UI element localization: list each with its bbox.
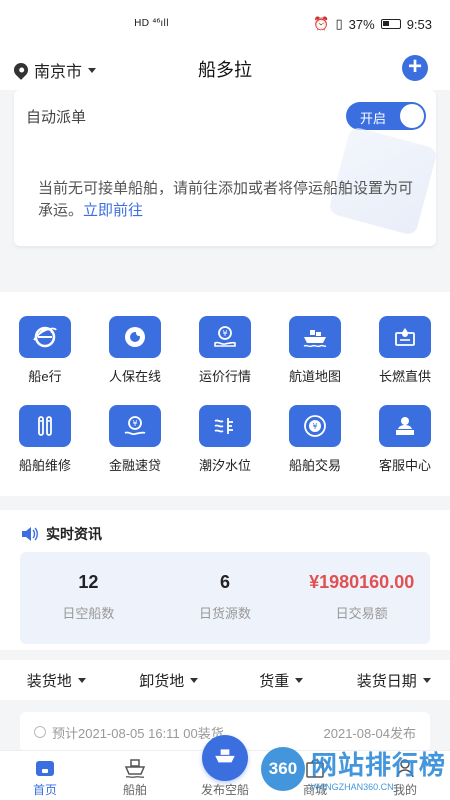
status-bar: HD ⁴⁶ıll ⏰ ▯ 37% 9:53: [0, 0, 450, 48]
watermark-sub: WANGZHAN360.CN: [310, 782, 394, 792]
chevron-down-icon: [422, 677, 431, 683]
svg-text:¥: ¥: [312, 422, 317, 431]
listing-left: 预计2021-08-05 16:11 00装货: [34, 723, 224, 742]
service-label: 船舶维修: [18, 458, 71, 473]
stat-empty-ships: 12 日空船数: [20, 552, 157, 644]
stat-label: 日货源数: [198, 606, 251, 621]
watermark-badge: 360: [260, 746, 305, 791]
alarm-icon: ⏰: [313, 16, 330, 31]
add-button[interactable]: +: [402, 55, 428, 81]
watermark-text: 网站排行榜 WANGZHAN360.CN: [311, 745, 446, 792]
app-header: 南京市 船多拉 +: [0, 48, 450, 90]
filter-loading-date[interactable]: 装货日期: [338, 660, 450, 700]
service-label: 运价行情: [198, 369, 251, 384]
tab-label: 首页: [32, 783, 57, 797]
service-repair[interactable]: 船舶维修: [0, 405, 90, 474]
auto-dispatch-card: 自动派单 开启 当前无可接单船舶，请前往添加或者将停运船舶设置为可承运。立即前往: [14, 90, 439, 246]
service-label: 船e行: [28, 369, 62, 384]
app-title: 船多拉: [198, 60, 252, 80]
filter-label: 装货日期: [356, 672, 417, 690]
service-freight-price[interactable]: ¥ 运价行情: [180, 316, 270, 385]
site-watermark: 360 网站排行榜 WANGZHAN360.CN: [260, 745, 446, 792]
filter-loading-place[interactable]: 装货地: [0, 660, 113, 700]
battery-icon: [380, 19, 401, 29]
tab-publish-empty-ship[interactable]: 发布空船: [180, 735, 270, 800]
service-loan[interactable]: ¥ 金融速贷: [90, 405, 180, 474]
filter-label: 卸货地: [139, 672, 185, 690]
service-fuel-supply[interactable]: 长燃直供: [360, 316, 450, 385]
stat-value: 6: [219, 572, 230, 592]
stat-cargo-sources: 6 日货源数: [157, 552, 294, 644]
loan-icon: ¥: [109, 405, 161, 447]
tab-label: 发布空船: [200, 783, 249, 797]
go-now-link[interactable]: 立即前往: [83, 202, 143, 219]
watermark-main: 网站排行榜: [310, 750, 446, 780]
stat-label: 日交易额: [335, 606, 388, 621]
tab-label: 船舶: [122, 783, 147, 797]
home-icon: [36, 761, 54, 776]
stat-trade-volume: ¥1980160.00 日交易额: [293, 552, 430, 644]
empty-message: 当前无可接单船舶，请前往添加或者将停运船舶设置为可承运。立即前往: [38, 178, 418, 222]
listing-load-time: 预计2021-08-05 16:11 00装货: [52, 725, 224, 741]
tab-ships[interactable]: 船舶: [90, 751, 180, 800]
service-ship-trade[interactable]: ¥ 船舶交易: [270, 405, 360, 474]
svg-text:¥: ¥: [222, 329, 227, 338]
service-ship-e[interactable]: 船e行: [0, 316, 90, 385]
service-label: 航道地图: [288, 369, 341, 384]
auto-dispatch-toggle[interactable]: 开启: [346, 102, 426, 130]
chevron-down-icon: [77, 677, 86, 683]
battery-percent: 37%: [348, 16, 375, 32]
service-grid-card: 船e行 人保在线 ¥ 运价行情 航道地图 长燃直供 船舶维修 ¥ 金融速贷 潮汐…: [0, 292, 450, 496]
filter-label: 装货地: [26, 672, 72, 690]
chevron-down-icon: [295, 677, 304, 683]
ship-map-icon: [289, 316, 341, 358]
news-title: 实时资讯: [46, 526, 102, 542]
speaker-icon: [22, 527, 38, 541]
ship-icon: [124, 759, 146, 778]
tide-icon: [199, 405, 251, 447]
fuel-supply-icon: [379, 316, 431, 358]
auto-dispatch-label: 自动派单: [26, 109, 87, 126]
publish-ship-icon: [202, 735, 248, 781]
tab-home[interactable]: 首页: [0, 751, 90, 800]
service-label: 金融速贷: [108, 458, 161, 473]
toggle-knob: [400, 104, 424, 128]
status-icons: ⏰ ▯ 37% 9:53: [313, 16, 432, 32]
svg-text:¥: ¥: [132, 419, 137, 428]
service-icon: [379, 405, 431, 447]
chevron-down-icon: [190, 677, 199, 683]
service-label: 长燃直供: [378, 369, 431, 384]
signal-indicator: HD ⁴⁶ıll: [134, 18, 169, 29]
filter-cargo-weight[interactable]: 货重: [225, 660, 338, 700]
insurance-icon: [109, 316, 161, 358]
filter-unloading-place[interactable]: 卸货地: [113, 660, 226, 700]
service-label: 潮汐水位: [198, 458, 251, 473]
stat-label: 日空船数: [62, 606, 115, 621]
filter-label: 货重: [259, 672, 290, 690]
freight-price-icon: ¥: [199, 316, 251, 358]
service-label: 客服中心: [378, 458, 431, 473]
service-ship-map[interactable]: 航道地图: [270, 316, 360, 385]
filter-bar: 装货地 卸货地 货重 装货日期: [0, 660, 450, 700]
stat-value: ¥1980160.00: [309, 572, 415, 592]
stat-value: 12: [78, 572, 99, 592]
repair-icon: [19, 405, 71, 447]
service-tide[interactable]: 潮汐水位: [180, 405, 270, 474]
service-customer-center[interactable]: 客服中心: [360, 405, 450, 474]
realtime-news-card: 实时资讯 12 日空船数 6 日货源数 ¥1980160.00 日交易额: [0, 510, 450, 650]
listing-publish-date: 2021-08-04发布: [323, 725, 417, 741]
service-label: 人保在线: [108, 369, 161, 384]
clock-time: 9:53: [406, 16, 432, 32]
service-label: 船舶交易: [288, 458, 341, 473]
service-grid: 船e行 人保在线 ¥ 运价行情 航道地图 长燃直供 船舶维修 ¥ 金融速贷 潮汐…: [0, 316, 450, 474]
toggle-label: 开启: [360, 111, 387, 126]
stats-panel: 12 日空船数 6 日货源数 ¥1980160.00 日交易额: [20, 552, 430, 644]
vibrate-icon: ▯: [335, 16, 343, 31]
trade-icon: ¥: [289, 405, 341, 447]
service-insurance[interactable]: 人保在线: [90, 316, 180, 385]
e-icon: [19, 316, 71, 358]
clock-icon: [34, 726, 46, 738]
news-header: 实时资讯: [20, 524, 102, 544]
